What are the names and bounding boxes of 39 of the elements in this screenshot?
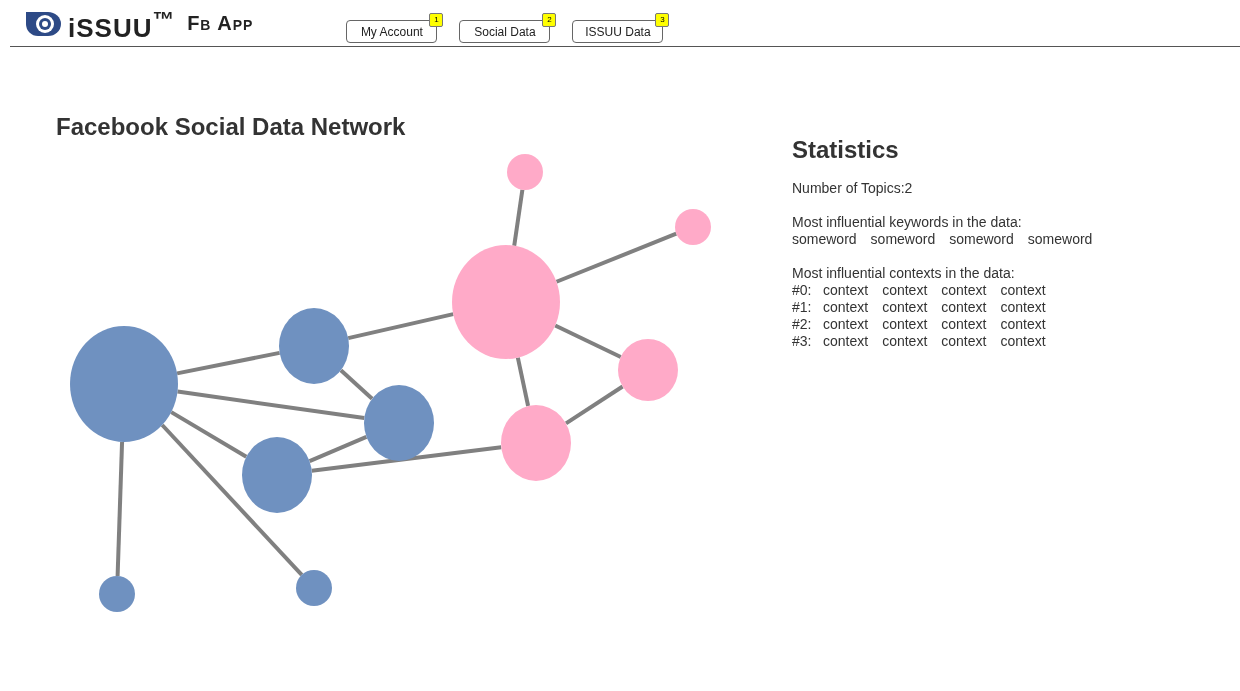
context-word: context [1000,282,1046,299]
eye-logo-icon [24,9,62,38]
context-index: #2: [792,316,813,333]
edge-line [512,189,525,246]
count-badge: 2 [542,13,557,27]
contexts-heading: Most influential contexts in the data: [792,265,1016,282]
context-word: context [941,316,987,333]
context-word: context [882,299,928,316]
context-word: context [882,282,928,299]
context-word: context [882,333,928,350]
context-word: context [823,282,869,299]
context-index: #1: [792,299,813,316]
context-index: #0: [792,282,813,299]
count-badge: 3 [655,13,670,27]
keywords-heading: Most influential keywords in the data: [792,214,1023,231]
statistics-title: Statistics [792,136,900,164]
network-title: Facebook Social Data Network [56,113,407,141]
context-word: context [1000,299,1046,316]
context-word: context [1000,333,1046,350]
topics-count: Number of Topics:2 [792,180,914,197]
context-word: context [941,299,987,316]
edge-line [554,323,622,359]
keyword: someword [870,231,936,248]
context-word: context [941,333,987,350]
context-word: context [823,316,869,333]
context-word: context [941,282,987,299]
edge-line [515,357,531,407]
count-badge: 1 [429,13,444,27]
keyword: someword [1027,231,1093,248]
edge-line [564,384,624,426]
app-name: Fb App [187,12,254,36]
keyword: someword [792,231,857,248]
context-word: context [882,316,928,333]
context-word: context [823,299,869,316]
context-word: context [1000,316,1046,333]
context-index: #3: [792,333,813,350]
context-word: context [823,333,869,350]
brand-name: iSSUU$^{™}$ [68,6,176,42]
keyword: someword [949,231,1014,248]
